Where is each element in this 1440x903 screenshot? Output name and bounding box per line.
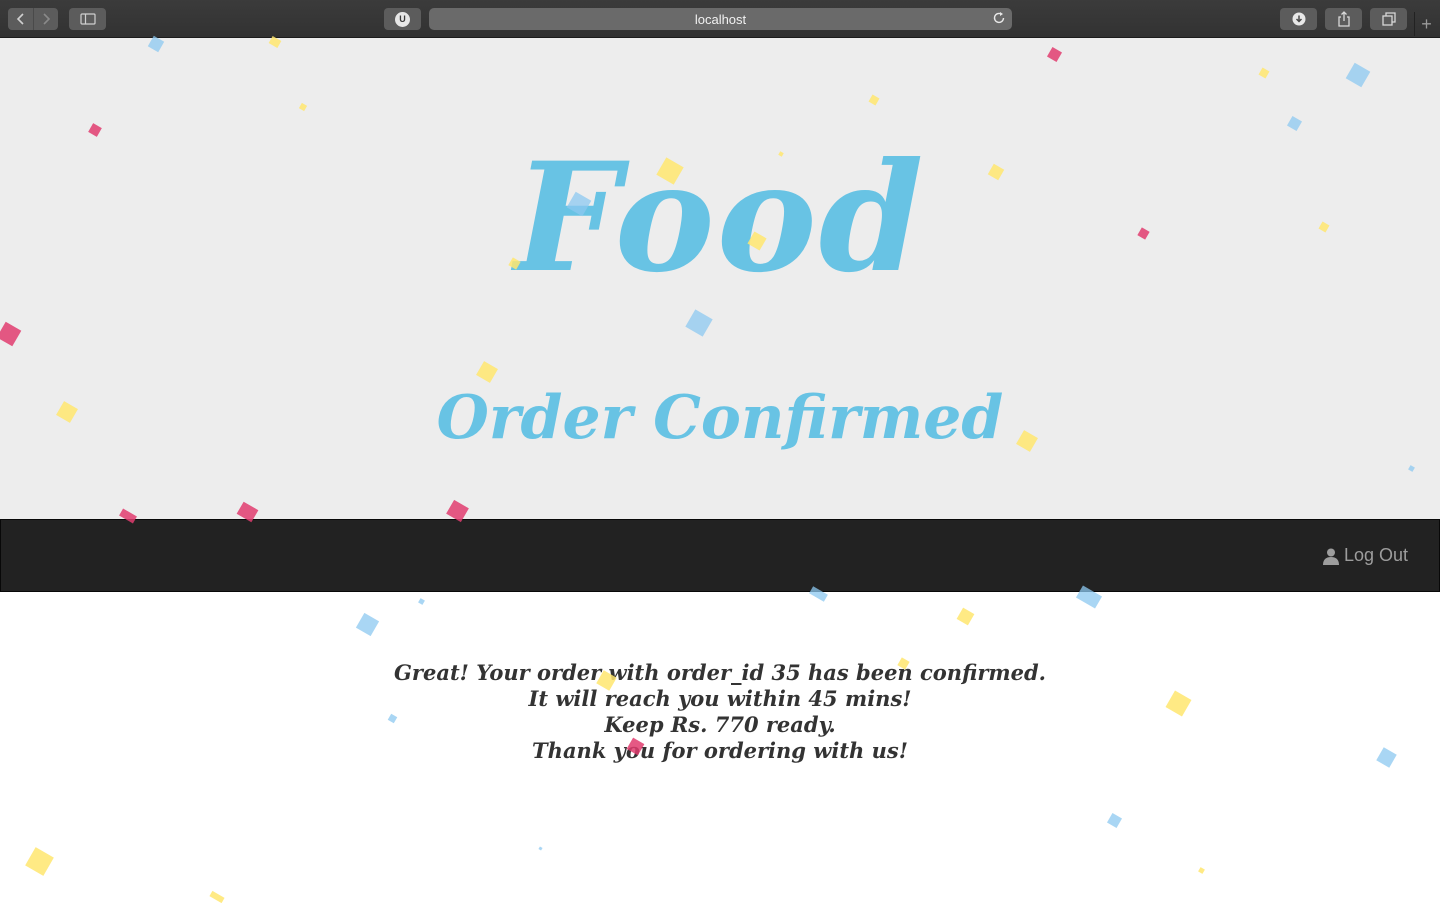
extension-badge: U [395,11,410,27]
tab-overview-button[interactable] [1370,8,1407,30]
sidebar-button[interactable] [69,8,106,30]
message-line: Keep Rs. 770 ready. [604,712,836,737]
message-line: Thank you for ordering with us! [532,738,908,763]
message-line: It will reach you within 45 mins! [528,686,912,711]
hero-banner: Food Order Confirmed [0,38,1440,520]
logout-label: Log Out [1343,545,1408,565]
confirmation-message: Great! Your order with order_id 35 has b… [0,660,1440,764]
user-icon [1322,548,1339,565]
navbar: Log Out [0,519,1440,592]
confetti-piece [538,846,543,851]
forward-button[interactable] [33,8,58,30]
order-confirmed-heading: Order Confirmed [436,383,1004,453]
confetti-piece [355,612,380,637]
sidebar-icon [79,13,96,25]
confetti-piece [956,607,975,626]
chevron-left-icon [16,13,24,25]
navigation-buttons [8,8,58,30]
address-bar[interactable]: localhost [429,8,1012,30]
url-text: localhost [694,11,747,27]
brand-logo-text: Food [514,130,926,306]
confetti-piece [1198,867,1205,874]
downloads-button[interactable] [1280,8,1317,30]
tabs-icon [1381,12,1396,26]
reload-icon[interactable] [992,11,1006,25]
confetti-piece [25,847,54,876]
share-button[interactable] [1325,8,1362,30]
extension-button[interactable]: U [384,8,421,30]
chevron-right-icon [43,13,51,25]
back-button[interactable] [8,8,33,30]
download-icon [1292,12,1305,26]
share-icon [1337,11,1350,27]
logout-link[interactable]: Log Out [1322,545,1408,566]
confetti-piece [209,890,225,903]
message-line: Great! Your order with order_id 35 has b… [394,660,1046,685]
browser-toolbar: U localhost + [0,0,1440,38]
confetti-piece [1106,812,1123,829]
confetti-piece [418,598,425,605]
new-tab-button[interactable]: + [1414,12,1438,36]
